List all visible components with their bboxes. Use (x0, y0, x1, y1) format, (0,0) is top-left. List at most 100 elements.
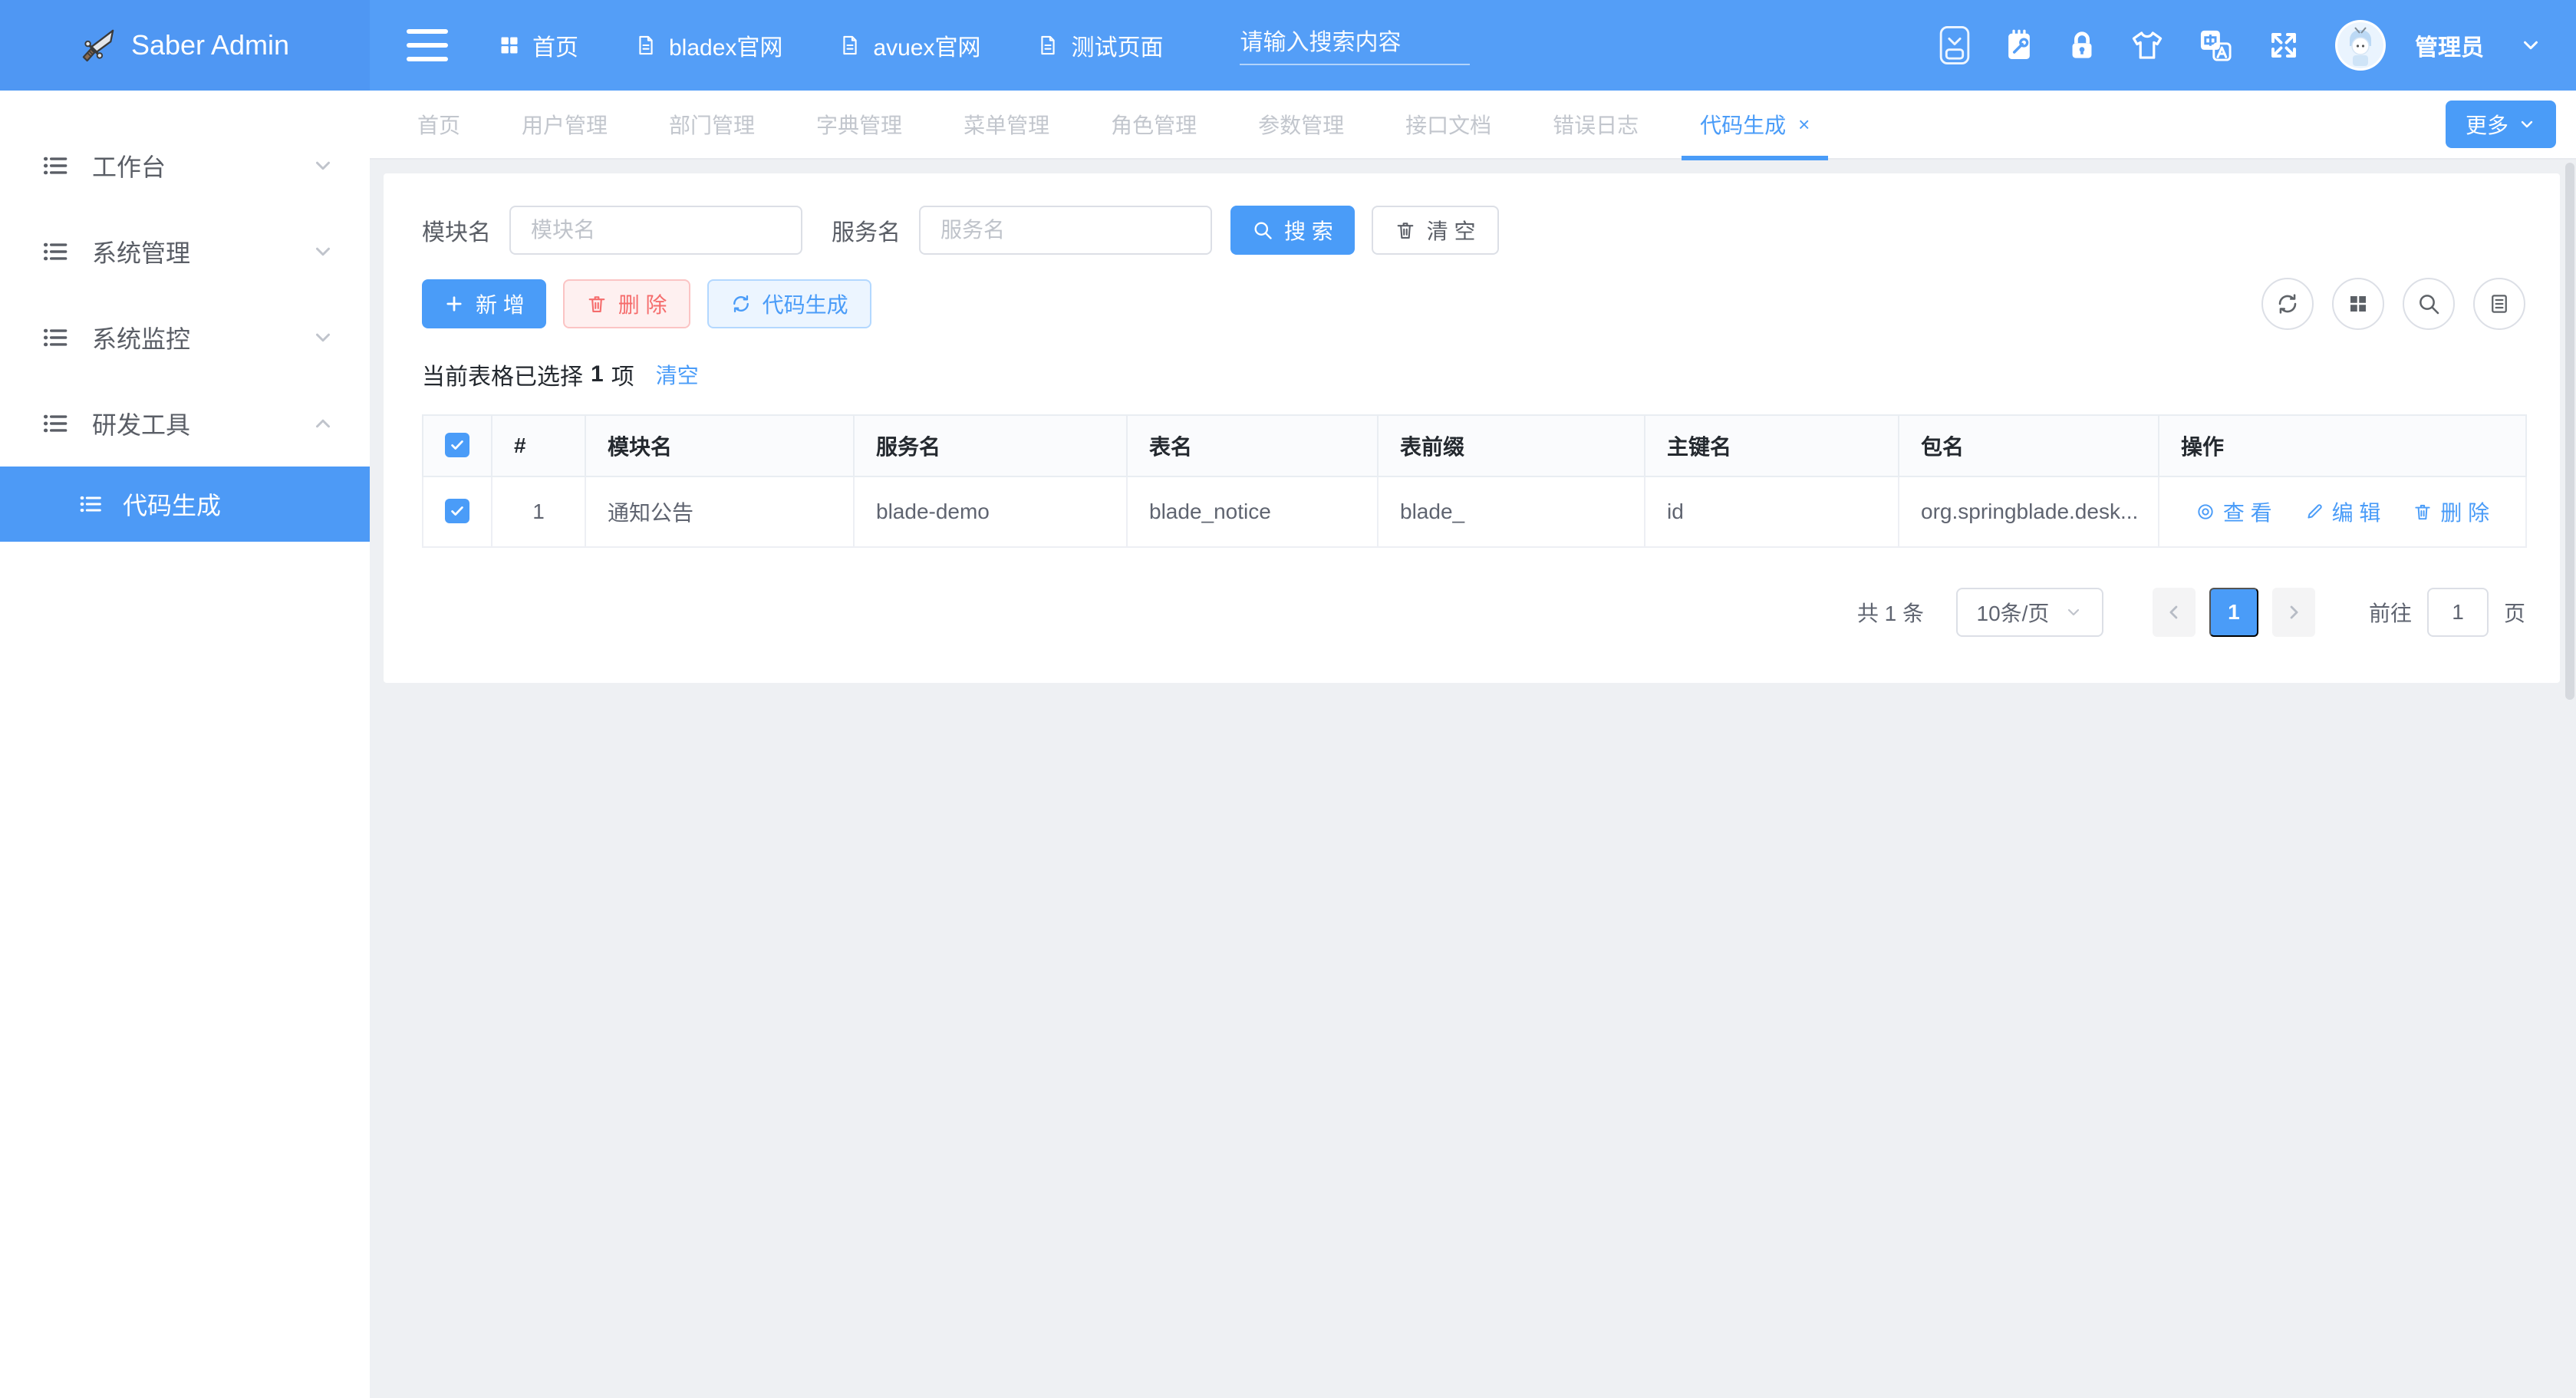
col-prefix: 表前缀 (1378, 415, 1645, 476)
chevron-up-icon (311, 412, 334, 435)
col-index: # (492, 415, 585, 476)
next-page-button[interactable] (2272, 588, 2315, 637)
user-name[interactable]: 管理员 (2415, 28, 2484, 62)
top-menu-item-test[interactable]: 测试页面 (1037, 28, 1163, 62)
add-button[interactable]: 新 增 (422, 279, 546, 328)
prev-page-button[interactable] (2153, 588, 2196, 637)
service-name-label: 服务名 (832, 213, 901, 247)
select-all-checkbox[interactable] (445, 433, 469, 457)
selection-count: 1 (591, 361, 604, 387)
goto-page-input[interactable] (2427, 588, 2489, 637)
col-module: 模块名 (585, 415, 854, 476)
theme-tshirt-button[interactable] (2131, 31, 2163, 60)
data-table: # 模块名 服务名 表名 表前缀 主键名 包名 操作 (422, 414, 2527, 548)
sidebar-item-workbench[interactable]: 工作台 (0, 123, 370, 209)
col-package: 包名 (1899, 415, 2159, 476)
tabs-more-button[interactable]: 更多 (2446, 101, 2556, 148)
list-icon (41, 237, 71, 266)
tab-home[interactable]: 首页 (387, 90, 491, 159)
tab-dept-management[interactable]: 部门管理 (638, 90, 786, 159)
code-generate-button[interactable]: 代码生成 (707, 279, 871, 328)
user-menu-chevron-icon[interactable] (2519, 34, 2542, 57)
tab-param-management[interactable]: 参数管理 (1227, 90, 1375, 159)
clear-button[interactable]: 清 空 (1372, 206, 1499, 255)
tab-role-management[interactable]: 角色管理 (1080, 90, 1227, 159)
translate-button[interactable] (2199, 28, 2232, 62)
column-settings-button[interactable] (2332, 278, 2384, 330)
tab-user-management[interactable]: 用户管理 (491, 90, 638, 159)
page-1-button[interactable]: 1 (2209, 588, 2258, 637)
user-avatar[interactable] (2335, 20, 2386, 71)
sidebar-collapse-button[interactable] (407, 29, 448, 61)
col-primary-key: 主键名 (1645, 415, 1899, 476)
edit-link[interactable]: 编 辑 (2304, 496, 2381, 527)
cell-primary-key: id (1645, 476, 1899, 547)
global-search (1240, 25, 1470, 65)
pagination-total: 共 1 条 (1857, 597, 1924, 628)
tab-api-docs[interactable]: 接口文档 (1375, 90, 1522, 159)
pagination-goto: 前往 页 (2369, 588, 2525, 637)
sidebar-item-dev-tools[interactable]: 研发工具 (0, 381, 370, 467)
list-icon (78, 491, 104, 517)
collapse-panel-button[interactable] (1939, 25, 1970, 65)
sidebar-item-system-management[interactable]: 系统管理 (0, 209, 370, 295)
lock-icon (2068, 29, 2096, 61)
actions-row: 新 增 删 除 代码生成 (422, 278, 2525, 330)
top-menu-item-avuex[interactable]: avuex官网 (839, 28, 980, 62)
main-area: 首页 用户管理 部门管理 字典管理 菜单管理 角色管理 参数管理 接口文档 错误… (370, 91, 2576, 1398)
selection-prefix: 当前表格已选择 (422, 358, 583, 391)
chevron-down-icon (2064, 603, 2083, 622)
delete-button[interactable]: 删 除 (563, 279, 690, 328)
sync-icon (730, 293, 752, 315)
tab-menu-management[interactable]: 菜单管理 (933, 90, 1080, 159)
debug-clipboard-icon (2005, 29, 2033, 61)
row-checkbox[interactable] (445, 499, 469, 523)
trash-icon (1395, 219, 1416, 241)
service-name-input[interactable] (919, 206, 1212, 255)
selection-clear-link[interactable]: 清空 (656, 359, 699, 390)
col-table-name: 表名 (1127, 415, 1378, 476)
search-button[interactable]: 搜 索 (1230, 206, 1355, 255)
tab-error-log[interactable]: 错误日志 (1522, 90, 1669, 159)
selection-suffix: 项 (611, 358, 634, 391)
vertical-scrollbar[interactable] (2565, 163, 2574, 700)
table-row[interactable]: 1 通知公告 blade-demo blade_notice blade_ id… (423, 476, 2526, 547)
global-search-input[interactable] (1240, 30, 1470, 56)
list-icon (41, 323, 71, 352)
debug-clipboard-button[interactable] (2005, 29, 2033, 61)
chevron-down-icon (2518, 115, 2536, 134)
top-menu-item-home[interactable]: 首页 (499, 28, 578, 62)
lock-button[interactable] (2068, 29, 2096, 61)
saber-dagger-icon (81, 28, 116, 63)
crud-toolbar (2261, 278, 2525, 330)
document-icon (839, 35, 861, 56)
topbar: Saber Admin 首页 bladex官网 (0, 0, 2576, 91)
content-card: 模块名 服务名 搜 索 清 空 (384, 173, 2560, 683)
search-form: 模块名 服务名 搜 索 清 空 (422, 206, 2525, 255)
view-link[interactable]: 查 看 (2196, 496, 2272, 527)
topbar-main: 首页 bladex官网 avuex官网 (370, 0, 2576, 91)
toggle-search-button[interactable] (2403, 278, 2455, 330)
page-size-select[interactable]: 10条/页 (1956, 588, 2103, 637)
translate-icon (2199, 28, 2232, 62)
tab-code-generation[interactable]: 代码生成 × (1669, 90, 1840, 159)
delete-link[interactable]: 删 除 (2413, 496, 2489, 527)
chevron-down-icon (311, 154, 334, 177)
top-menu-item-bladex[interactable]: bladex官网 (635, 28, 782, 62)
collapse-panel-icon (1939, 25, 1970, 65)
document-icon (1037, 35, 1059, 56)
tab-dict-management[interactable]: 字典管理 (786, 90, 933, 159)
app-logo[interactable]: Saber Admin (0, 0, 370, 91)
search-icon (1252, 219, 1273, 241)
refresh-button[interactable] (2261, 278, 2314, 330)
sidebar-item-system-monitor[interactable]: 系统监控 (0, 295, 370, 381)
list-icon (41, 151, 71, 180)
log-list-icon (2488, 292, 2511, 315)
fullscreen-button[interactable] (2268, 29, 2300, 61)
sidebar: 工作台 系统管理 系统监控 (0, 91, 370, 1398)
tab-close-icon[interactable]: × (1798, 114, 1810, 134)
sidebar-item-code-generation[interactable]: 代码生成 (0, 467, 370, 542)
grid-icon (499, 35, 520, 56)
log-button[interactable] (2473, 278, 2525, 330)
module-name-input[interactable] (509, 206, 802, 255)
